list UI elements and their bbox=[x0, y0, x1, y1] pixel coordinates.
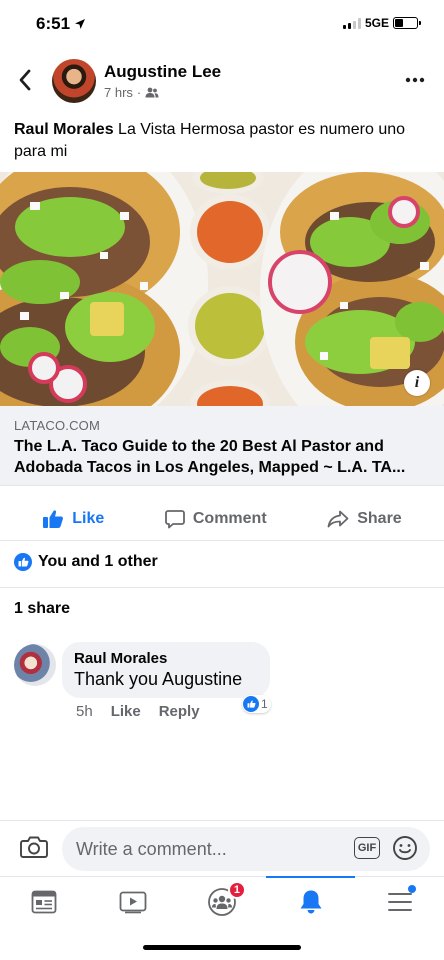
comment-reaction-badge[interactable]: 1 bbox=[242, 695, 271, 713]
bottom-tab-bar: 1 bbox=[0, 876, 444, 926]
comment-like-link[interactable]: Like bbox=[111, 703, 141, 720]
shares-count[interactable]: 1 share bbox=[14, 600, 70, 618]
like-label: Like bbox=[72, 510, 105, 527]
tacos-photo bbox=[0, 172, 444, 406]
post-header: Augustine Lee 7 hrs · bbox=[0, 55, 444, 107]
comment-composer: GIF bbox=[0, 820, 444, 876]
comment-bubble[interactable]: Raul Morales Thank you Augustine bbox=[62, 642, 270, 698]
smiley-icon bbox=[393, 836, 417, 860]
thumbs-up-icon bbox=[43, 510, 64, 528]
comment-label: Comment bbox=[192, 510, 267, 527]
news-feed-icon bbox=[31, 890, 57, 913]
location-arrow-icon bbox=[75, 19, 86, 29]
battery-icon bbox=[393, 17, 421, 29]
comment-reaction-count: 1 bbox=[261, 697, 268, 711]
status-time: 6:51 bbox=[36, 14, 86, 34]
like-reaction-icon bbox=[243, 696, 259, 712]
bell-icon bbox=[300, 890, 322, 913]
camera-button[interactable] bbox=[20, 835, 48, 864]
signal-icon bbox=[342, 17, 361, 29]
post-text: Raul Morales La Vista Hermosa pastor es … bbox=[14, 119, 424, 163]
commenter-avatar[interactable] bbox=[14, 644, 56, 686]
author-avatar[interactable] bbox=[52, 59, 96, 103]
reactions-label: You and 1 other bbox=[38, 553, 158, 570]
tab-groups[interactable]: 1 bbox=[178, 877, 267, 926]
action-bar: Like Comment Share bbox=[0, 498, 444, 540]
comment-text: Thank you Augustine bbox=[74, 669, 243, 689]
link-domain: LATACO.COM bbox=[14, 418, 101, 433]
groups-notification-badge: 1 bbox=[227, 881, 246, 899]
like-reaction-icon bbox=[14, 553, 32, 571]
link-preview-image[interactable]: i bbox=[0, 172, 444, 406]
post-time: 7 hrs bbox=[104, 85, 133, 100]
tab-menu[interactable] bbox=[355, 877, 444, 926]
tab-notifications[interactable] bbox=[266, 876, 355, 926]
info-icon[interactable]: i bbox=[404, 370, 430, 396]
battery-fill bbox=[395, 19, 404, 27]
link-title: The L.A. Taco Guide to the 20 Best Al Pa… bbox=[14, 438, 406, 476]
status-bar: 6:51 5GE bbox=[0, 0, 444, 48]
home-indicator bbox=[143, 945, 301, 950]
comment-button[interactable]: Comment bbox=[164, 509, 267, 529]
status-indicators: 5GE bbox=[342, 16, 421, 30]
post-text-author[interactable]: Raul Morales bbox=[14, 121, 114, 138]
tab-news-feed[interactable] bbox=[0, 877, 89, 926]
comment-author[interactable]: Raul Morales bbox=[74, 650, 258, 667]
more-dots-icon bbox=[405, 77, 425, 83]
more-options-button[interactable] bbox=[402, 67, 428, 93]
comment-meta: 5h Like Reply bbox=[76, 703, 200, 720]
emoji-button[interactable] bbox=[392, 835, 418, 866]
tab-watch[interactable] bbox=[89, 877, 178, 926]
menu-hamburger-icon bbox=[387, 892, 412, 911]
divider bbox=[0, 587, 444, 588]
video-play-icon bbox=[119, 891, 147, 913]
chevron-left-icon bbox=[19, 69, 31, 91]
menu-notification-dot bbox=[407, 885, 416, 893]
like-button[interactable]: Like bbox=[42, 509, 104, 529]
author-name[interactable]: Augustine Lee bbox=[104, 62, 221, 82]
share-label: Share bbox=[357, 510, 402, 527]
gif-button[interactable]: GIF bbox=[354, 837, 380, 859]
comment-bubble-icon bbox=[164, 510, 185, 529]
comment-reply-link[interactable]: Reply bbox=[159, 703, 200, 720]
friends-icon bbox=[145, 87, 159, 98]
status-time-label: 6:51 bbox=[36, 14, 71, 33]
link-caption[interactable]: LATACO.COM The L.A. Taco Guide to the 20… bbox=[0, 406, 444, 486]
comment-time: 5h bbox=[76, 703, 93, 720]
post-meta: 7 hrs · bbox=[104, 85, 159, 100]
camera-icon bbox=[20, 836, 48, 858]
reactions-summary[interactable]: You and 1 other bbox=[14, 553, 158, 571]
share-arrow-icon bbox=[327, 510, 349, 528]
divider bbox=[0, 540, 444, 541]
back-button[interactable] bbox=[12, 67, 38, 93]
meta-dot: · bbox=[136, 85, 142, 100]
share-button[interactable]: Share bbox=[327, 510, 402, 528]
network-label: 5GE bbox=[364, 16, 389, 30]
